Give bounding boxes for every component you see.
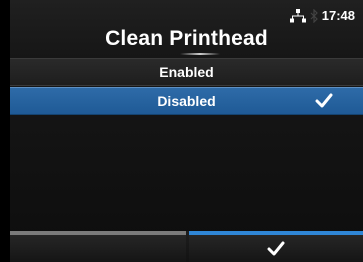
printer-screen: 17:48 Clean Printhead Enabled Disabled [0, 0, 363, 262]
confirm-button[interactable] [189, 235, 363, 262]
option-list: Enabled Disabled [10, 58, 363, 115]
option-disabled[interactable]: Disabled [10, 87, 363, 115]
status-bar: 17:48 [289, 8, 355, 23]
title-underline [180, 53, 220, 55]
check-icon [315, 93, 333, 108]
option-label: Disabled [157, 93, 216, 109]
left-softkey-button[interactable] [10, 235, 186, 262]
page-title: Clean Printhead [105, 27, 268, 50]
bluetooth-icon [310, 8, 318, 23]
clock: 17:48 [321, 8, 355, 23]
check-icon [267, 241, 285, 256]
option-enabled[interactable]: Enabled [10, 58, 363, 86]
network-icon [289, 8, 306, 22]
header: 17:48 Clean Printhead [10, 0, 363, 58]
option-label: Enabled [159, 64, 214, 80]
